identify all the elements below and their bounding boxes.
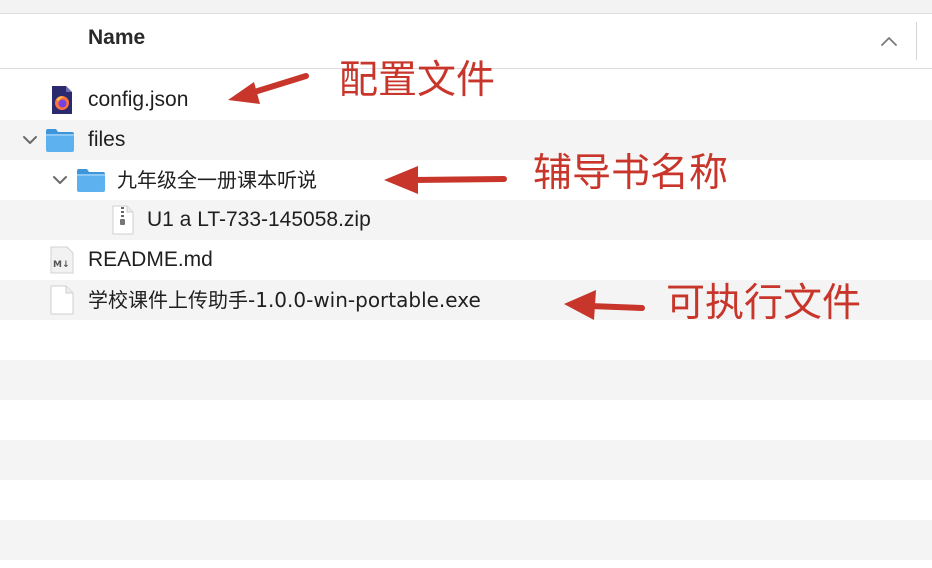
firefox-json-file-icon (52, 86, 72, 114)
list-item-zip-file[interactable]: U1 a LT-733-145058.zip (0, 200, 932, 240)
list-item-label: README.md (88, 248, 213, 271)
window-top-strip (0, 0, 932, 14)
column-divider[interactable] (916, 22, 917, 60)
annotation-arrow-config (228, 73, 309, 104)
empty-row (0, 520, 932, 560)
folder-icon (77, 169, 105, 192)
empty-row (0, 480, 932, 520)
zip-archive-icon (112, 205, 134, 235)
name-column-header[interactable]: Name (88, 26, 145, 50)
list-item-label: config.json (88, 88, 189, 111)
chevron-up-icon[interactable] (878, 32, 900, 50)
folder-icon (46, 129, 74, 152)
annotation-config-file: 配置文件 (339, 58, 496, 103)
chevron-down-icon[interactable] (21, 132, 39, 148)
annotation-book-name: 辅导书名称 (533, 151, 729, 196)
list-item-label: 学校课件上传助手-1.0.0-win-portable.exe (88, 288, 481, 312)
empty-row (0, 440, 932, 480)
chevron-down-icon[interactable] (51, 172, 69, 188)
annotation-arrow-executable (564, 290, 645, 320)
annotation-executable: 可执行文件 (666, 281, 862, 326)
list-item-label: files (88, 128, 126, 151)
svg-text:M↓: M↓ (53, 260, 70, 270)
empty-row (0, 400, 932, 440)
empty-row (0, 360, 932, 400)
list-item-label: U1 a LT-733-145058.zip (147, 208, 371, 231)
list-item-readme[interactable]: M↓ README.md (0, 240, 932, 280)
list-item-files-folder[interactable]: files (0, 120, 932, 160)
generic-file-icon (50, 285, 74, 315)
annotation-arrow-book (384, 166, 507, 194)
list-item-label: 九年级全一册课本听说 (117, 168, 317, 192)
markdown-file-icon: M↓ (50, 246, 74, 274)
